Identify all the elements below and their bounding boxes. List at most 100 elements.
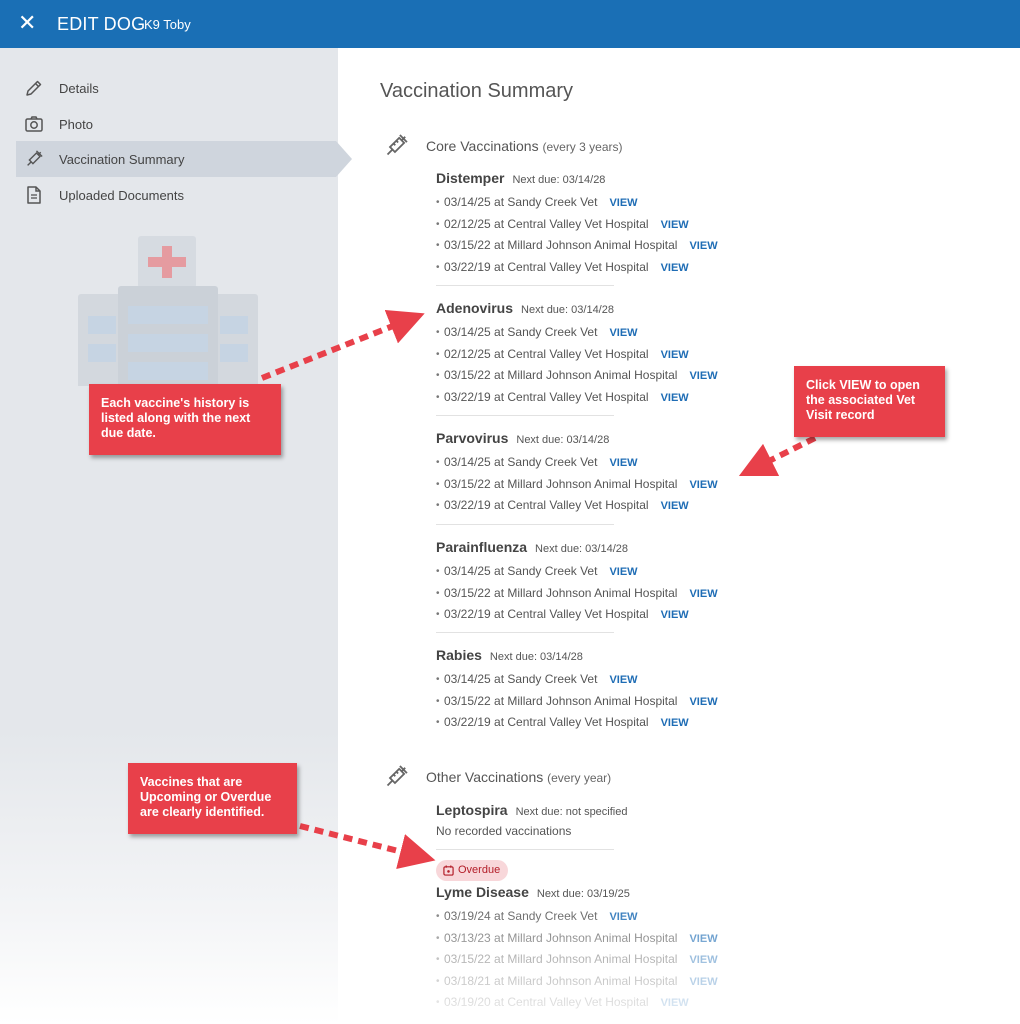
view-link[interactable]: VIEW: [609, 566, 637, 578]
vaccine-history: 03/14/25 at Sandy Creek VetVIEW 02/12/25…: [436, 192, 766, 278]
sidebar-item-vaccination-summary[interactable]: Vaccination Summary: [16, 141, 352, 177]
next-due: Next due: 03/14/28: [512, 174, 606, 186]
vaccine-lyme-disease: Lyme Disease Next due: 03/19/25 03/19/24 …: [436, 884, 766, 1014]
view-link[interactable]: VIEW: [661, 717, 689, 729]
view-link[interactable]: VIEW: [689, 696, 717, 708]
next-due: Next due: not specified: [515, 806, 628, 818]
vaccine-parainfluenza: Parainfluenza Next due: 03/14/28 03/14/25…: [436, 539, 766, 626]
calendar-alert-icon: [443, 865, 454, 876]
list-item: 03/22/19 at Central Valley Vet HospitalV…: [436, 712, 766, 734]
hospital-illustration-icon: [78, 236, 258, 386]
view-link[interactable]: VIEW: [609, 327, 637, 339]
sidebar-item-label: Photo: [59, 117, 93, 132]
pencil-icon: [26, 80, 42, 96]
list-item: 03/22/19 at Central Valley Vet HospitalV…: [436, 257, 766, 279]
vaccine-history: 03/14/25 at Sandy Creek VetVIEW 03/15/22…: [436, 452, 766, 517]
page-title: EDIT DOG: [57, 14, 146, 34]
list-item: 02/12/25 at Central Valley Vet HospitalV…: [436, 344, 766, 366]
list-item: 03/22/19 at Central Valley Vet HospitalV…: [436, 387, 766, 409]
view-link[interactable]: VIEW: [609, 674, 637, 686]
vaccine-name: Lyme Disease: [436, 884, 529, 900]
view-link[interactable]: VIEW: [689, 588, 717, 600]
sidebar-item-uploaded-documents[interactable]: Uploaded Documents: [16, 177, 338, 213]
section-label: Other Vaccinations: [426, 769, 544, 785]
close-icon[interactable]: ✕: [18, 12, 38, 34]
dog-name: K9 Toby: [144, 17, 191, 32]
list-item: 03/14/25 at Sandy Creek VetVIEW: [436, 452, 766, 474]
vaccine-adenovirus: Adenovirus Next due: 03/14/28 03/14/25 at…: [436, 300, 766, 408]
list-item: 03/15/22 at Millard Johnson Animal Hospi…: [436, 235, 766, 257]
next-due: Next due: 03/14/28: [521, 304, 614, 316]
core-vaccinations-header: Core Vaccinations (every 3 years): [380, 132, 780, 162]
list-item: 03/18/21 at Millard Johnson Animal Hospi…: [436, 971, 766, 993]
list-item: 03/19/24 at Sandy Creek VetVIEW: [436, 906, 766, 928]
next-due: Next due: 03/19/25: [536, 888, 630, 900]
section-note: (every year): [547, 771, 612, 785]
divider: [436, 415, 614, 416]
vaccine-name: Leptospira: [436, 802, 508, 818]
next-due: Next due: 03/14/28: [489, 651, 583, 663]
view-link[interactable]: VIEW: [689, 370, 717, 382]
empty-history: No recorded vaccinations: [436, 824, 572, 838]
list-item: 03/14/25 at Sandy Creek VetVIEW: [436, 561, 766, 583]
view-link[interactable]: VIEW: [661, 262, 689, 274]
list-item: 03/14/25 at Sandy Creek VetVIEW: [436, 192, 766, 214]
divider: [436, 632, 614, 633]
section-label: Core Vaccinations: [426, 138, 539, 154]
vaccine-history: 03/14/25 at Sandy Creek VetVIEW 03/15/22…: [436, 561, 766, 626]
view-link[interactable]: VIEW: [609, 457, 637, 469]
list-item: 03/22/19 at Central Valley Vet HospitalV…: [436, 495, 766, 517]
app-header: ✕ EDIT DOG K9 Toby: [0, 0, 1020, 48]
sidebar-item-details[interactable]: Details: [16, 70, 338, 106]
list-item: 03/22/19 at Central Valley Vet HospitalV…: [436, 604, 766, 626]
list-item: 03/15/22 at Millard Johnson Animal Hospi…: [436, 583, 766, 605]
vaccine-distemper: Distemper Next due: 03/14/28 03/14/25 at …: [436, 170, 766, 278]
vaccine-history: 03/14/25 at Sandy Creek VetVIEW 02/12/25…: [436, 322, 766, 408]
view-link[interactable]: VIEW: [661, 609, 689, 621]
vaccine-history: 03/19/24 at Sandy Creek VetVIEW 03/13/23…: [436, 906, 766, 1014]
section-title: Vaccination Summary: [380, 80, 574, 102]
view-link[interactable]: VIEW: [609, 911, 637, 923]
section-note: (every 3 years): [542, 140, 623, 154]
callout-history: Each vaccine's history is listed along w…: [89, 384, 281, 455]
vaccine-leptospira: Leptospira Next due: not specified No rec…: [436, 802, 766, 838]
view-link[interactable]: VIEW: [689, 240, 717, 252]
sidebar-item-label: Uploaded Documents: [59, 188, 185, 203]
list-item: 03/15/22 at Millard Johnson Animal Hospi…: [436, 474, 766, 496]
view-link[interactable]: VIEW: [689, 976, 717, 988]
vaccine-name: Parainfluenza: [436, 539, 528, 555]
view-link[interactable]: VIEW: [661, 500, 689, 512]
sidebar-item-photo[interactable]: Photo: [16, 106, 338, 142]
syringe-icon: [386, 134, 408, 156]
view-link[interactable]: VIEW: [661, 219, 689, 231]
view-link[interactable]: VIEW: [689, 933, 717, 945]
sidebar-item-label: Details: [59, 81, 99, 96]
vaccine-history: 03/14/25 at Sandy Creek VetVIEW 03/15/22…: [436, 669, 766, 734]
vaccine-name: Distemper: [436, 170, 505, 186]
view-link[interactable]: VIEW: [661, 392, 689, 404]
camera-icon: [25, 116, 43, 132]
divider: [436, 524, 614, 525]
list-item: 02/12/25 at Central Valley Vet HospitalV…: [436, 214, 766, 236]
status-badge: Overdue: [458, 864, 501, 876]
list-item: 03/13/23 at Millard Johnson Animal Hospi…: [436, 928, 766, 950]
view-link[interactable]: VIEW: [609, 197, 637, 209]
sidebar-item-label: Vaccination Summary: [59, 152, 185, 167]
vaccine-name: Rabies: [436, 647, 482, 663]
syringe-icon: [386, 765, 408, 787]
overdue-badge: Overdue: [436, 860, 509, 881]
list-item: 03/15/22 at Millard Johnson Animal Hospi…: [436, 949, 766, 971]
vaccine-name: Adenovirus: [436, 300, 514, 316]
list-item: 03/15/22 at Millard Johnson Animal Hospi…: [436, 691, 766, 713]
view-link[interactable]: VIEW: [689, 954, 717, 966]
syringe-icon: [27, 150, 43, 166]
divider: [436, 285, 614, 286]
view-link[interactable]: VIEW: [661, 349, 689, 361]
view-link[interactable]: VIEW: [661, 997, 689, 1009]
vaccine-name: Parvovirus: [436, 430, 509, 446]
next-due: Next due: 03/14/28: [535, 543, 628, 555]
list-item: 03/14/25 at Sandy Creek VetVIEW: [436, 669, 766, 691]
list-item: 03/19/20 at Central Valley Vet HospitalV…: [436, 992, 766, 1014]
next-due: Next due: 03/14/28: [516, 434, 610, 446]
view-link[interactable]: VIEW: [689, 479, 717, 491]
